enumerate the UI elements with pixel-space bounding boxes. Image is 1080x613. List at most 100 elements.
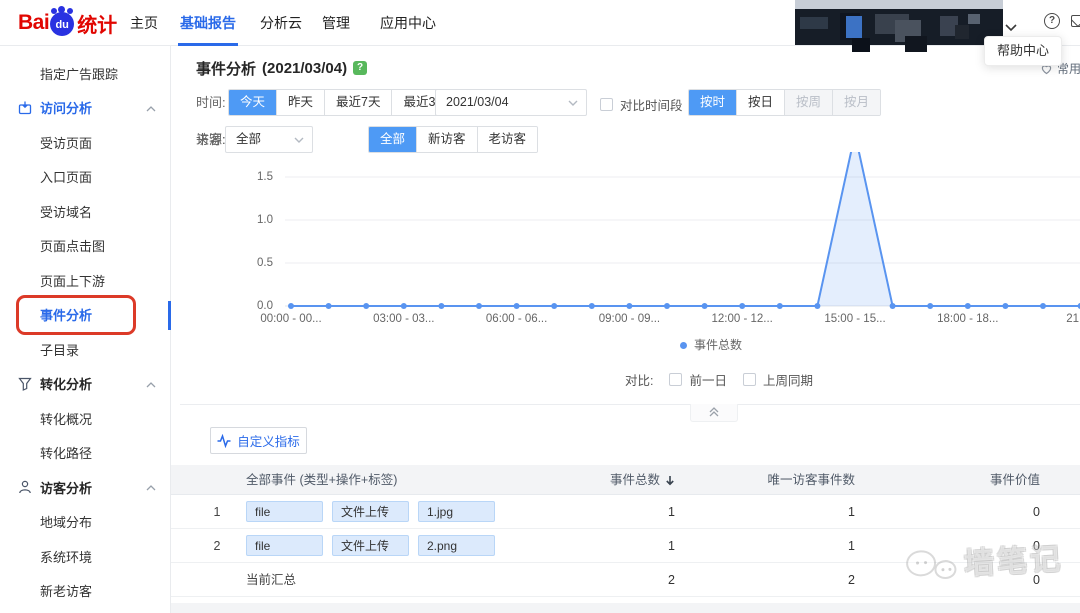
visit-analysis-icon (18, 101, 32, 114)
cell-value: 0 (1033, 505, 1040, 519)
y-axis-tick-label: 0.5 (257, 257, 273, 269)
time-range-last7days-button[interactable]: 最近7天 (324, 90, 392, 115)
cell-unique: 1 (848, 505, 855, 519)
y-axis-tick-label: 1.5 (257, 171, 273, 183)
site-selector-redacted[interactable] (795, 0, 1003, 52)
y-axis-tick-label: 1.0 (257, 214, 273, 226)
sort-descending-icon (666, 475, 674, 485)
summary-unique: 2 (848, 573, 855, 587)
sidebar-item-new-returning-visitors[interactable]: 新老访客 (0, 574, 170, 609)
help-question-icon[interactable]: ? (1044, 13, 1060, 29)
page-title-row: 事件分析 (2021/03/04) ? (196, 58, 368, 78)
column-header-total[interactable]: 事件总数 (610, 465, 675, 495)
custom-metric-button[interactable]: 自定义指标 (210, 427, 307, 454)
logo-text-tongji: 统计 (77, 14, 118, 37)
column-header-events: 全部事件 (类型+操作+标签) (246, 473, 398, 487)
event-action-tag[interactable]: 文件上传 (332, 535, 409, 556)
visitor-all-button[interactable]: 全部 (369, 127, 417, 152)
baidu-paw-icon: du (50, 6, 75, 36)
time-range-yesterday-button[interactable]: 昨天 (276, 90, 325, 115)
sidebar-item-page-click-map[interactable]: 页面点击图 (0, 229, 170, 264)
sidebar-section-conversion-analysis[interactable]: 转化分析 (0, 367, 170, 402)
table-row[interactable]: 1 file 文件上传 1.jpg 1 1 0 (171, 495, 1080, 529)
sidebar-item-ad-tracking[interactable]: 指定广告跟踪 (0, 56, 170, 91)
collapse-chart-button[interactable] (690, 404, 738, 422)
sidebar-item-visited-pages[interactable]: 受访页面 (0, 125, 170, 160)
logo-text-bai: Bai (18, 11, 50, 34)
x-axis-tick-label: 09:00 - 09... (598, 313, 661, 325)
compare-previous-day-option[interactable]: 前一日 (669, 370, 727, 389)
sidebar-item-entry-pages[interactable]: 入口页面 (0, 160, 170, 195)
visitor-group: 全部 新访客 老访客 (368, 126, 539, 153)
account-chevron-down-icon[interactable] (1005, 19, 1017, 37)
summary-label: 当前汇总 (246, 573, 297, 587)
help-center-tooltip: 帮助中心 (984, 36, 1062, 66)
cell-value: 0 (1033, 539, 1040, 553)
event-type-tag[interactable]: file (246, 501, 323, 522)
visitor-returning-button[interactable]: 老访客 (476, 127, 538, 152)
granularity-daily-button[interactable]: 按日 (736, 90, 785, 115)
compare-period-checkbox[interactable] (600, 98, 613, 111)
sidebar: 指定广告跟踪 访问分析 受访页面 入口页面 受访域名 页面点击图 页面上下游 事… (0, 46, 171, 613)
granularity-hourly-button[interactable]: 按时 (689, 90, 737, 115)
sidebar-item-visited-domains[interactable]: 受访域名 (0, 194, 170, 229)
y-axis-tick-label: 0.0 (257, 300, 273, 312)
granularity-weekly-button: 按周 (784, 90, 833, 115)
sidebar-item-page-flow[interactable]: 页面上下游 (0, 263, 170, 298)
nav-item-manage[interactable]: 管理 (322, 0, 350, 46)
event-trend-line-chart[interactable] (281, 152, 1080, 330)
date-picker[interactable]: 2021/03/04 (435, 89, 587, 116)
compare-label: 对比: (625, 374, 654, 388)
chevron-up-icon (146, 105, 156, 111)
baidu-tongji-logo[interactable]: Bai du 统计 (18, 6, 118, 38)
sidebar-item-conversion-overview[interactable]: 转化概况 (0, 401, 170, 436)
baidu-tongji-app: Bai du 统计 主页 基础报告 分析云 管理 应用中心 ? 帮助中心 常用 … (0, 0, 1080, 613)
person-icon (19, 480, 31, 494)
compare-period-checkbox-row[interactable]: 对比时间段 (600, 95, 683, 114)
double-chevron-up-icon (709, 407, 719, 417)
table-row[interactable]: 2 file 文件上传 2.png 1 1 0 (171, 529, 1080, 563)
column-header-event-value[interactable]: 事件价值 (990, 465, 1040, 495)
column-header-unique-visitors[interactable]: 唯一访客事件数 (767, 465, 855, 495)
event-label-tag[interactable]: 2.png (418, 535, 495, 556)
sidebar-item-event-analysis[interactable]: 事件分析 (0, 294, 171, 335)
compare-last-week-option[interactable]: 上周同期 (743, 370, 813, 389)
x-axis-tick-label: 00:00 - 00... (260, 313, 322, 325)
page-help-badge-icon[interactable]: ? (353, 61, 368, 75)
compare-previous-day-checkbox[interactable] (669, 373, 683, 386)
time-range-today-button[interactable]: 今天 (229, 90, 277, 115)
sidebar-section-visit-analysis[interactable]: 访问分析 (0, 91, 170, 126)
cell-total: 1 (668, 539, 675, 553)
sidebar-item-geo-distribution[interactable]: 地域分布 (0, 505, 170, 540)
sidebar-section-visitor-analysis[interactable]: 访客分析 (0, 470, 170, 505)
sidebar-item-system-environment[interactable]: 系统环境 (0, 539, 170, 574)
sidebar-item-conversion-path[interactable]: 转化路径 (0, 436, 170, 471)
row-index: 1 (213, 505, 221, 519)
visitor-filter-label: 访客: (196, 132, 226, 147)
table-summary-row: 当前汇总 2 2 0 (171, 563, 1080, 597)
event-type-tag[interactable]: file (246, 535, 323, 556)
sidebar-item-subdirectory[interactable]: 子目录 (0, 332, 170, 367)
date-picker-value: 2021/03/04 (446, 95, 509, 109)
nav-item-analysis-cloud[interactable]: 分析云 (260, 0, 302, 46)
nav-item-app-center[interactable]: 应用中心 (380, 0, 436, 46)
visitor-new-button[interactable]: 新访客 (416, 127, 477, 152)
chart-legend[interactable]: 事件总数 (281, 336, 1080, 353)
summary-value: 0 (1033, 573, 1040, 587)
granularity-monthly-button: 按月 (832, 90, 881, 115)
legend-series-label: 事件总数 (693, 338, 742, 352)
message-envelope-icon[interactable] (1071, 15, 1080, 27)
nav-item-basic-reports[interactable]: 基础报告 (178, 0, 238, 46)
event-action-tag[interactable]: 文件上传 (332, 501, 409, 522)
source-dropdown[interactable]: 全部 (225, 126, 313, 153)
nav-item-home[interactable]: 主页 (130, 0, 158, 46)
event-label-tag[interactable]: 1.jpg (418, 501, 495, 522)
compare-last-week-checkbox[interactable] (743, 373, 756, 386)
source-dropdown-value: 全部 (236, 132, 262, 146)
x-axis-tick-label: 15:00 - 15... (824, 313, 886, 325)
legend-series-dot (679, 342, 687, 349)
chevron-up-icon (146, 381, 156, 387)
time-range-group: 今天 昨天 最近7天 最近30天 (228, 89, 467, 116)
custom-metric-label: 自定义指标 (237, 435, 300, 449)
pulse-icon (217, 433, 231, 448)
